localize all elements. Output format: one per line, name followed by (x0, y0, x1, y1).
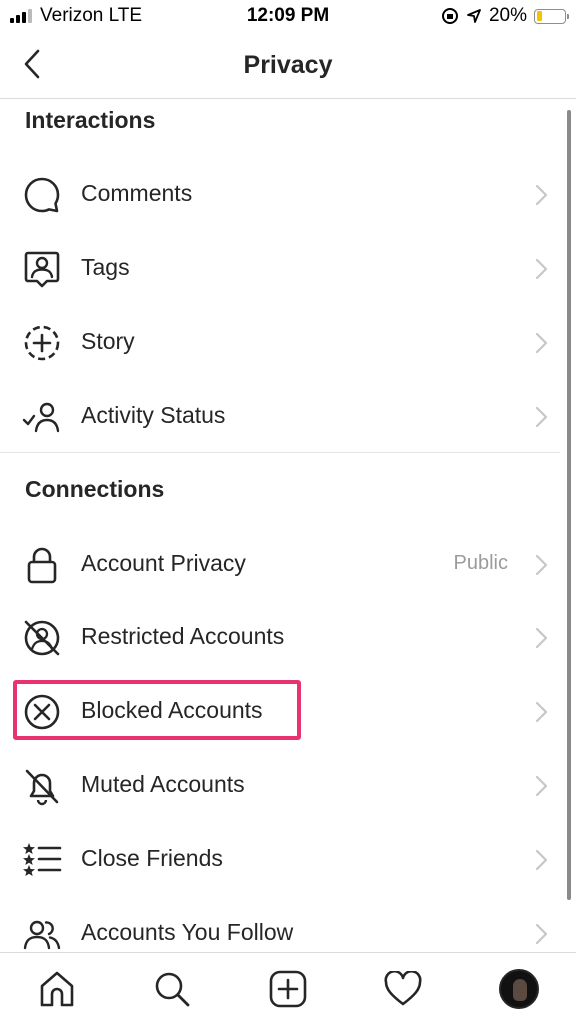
tab-search[interactable] (150, 967, 194, 1011)
row-label: Accounts You Follow (81, 919, 294, 945)
row-label: Tags (81, 254, 130, 280)
battery-icon (534, 8, 569, 24)
highlight-box (13, 680, 301, 740)
row-label: Muted Accounts (81, 771, 245, 797)
row-tags[interactable]: Tags (0, 231, 576, 305)
search-icon (155, 972, 190, 1007)
restricted-icon (22, 618, 62, 658)
lock-icon (22, 545, 62, 585)
tab-new-post[interactable] (266, 967, 310, 1011)
chevron-right-icon (535, 554, 548, 576)
row-activity-status[interactable]: Activity Status (0, 379, 576, 453)
row-label: Comments (81, 180, 193, 206)
tab-profile[interactable] (497, 967, 541, 1011)
orientation-lock-icon (441, 8, 458, 24)
tab-home[interactable] (35, 967, 79, 1011)
section-header-interactions: Interactions (25, 107, 156, 133)
chevron-right-icon (535, 849, 548, 871)
status-bar: Verizon LTE 12:09 PM 20% (0, 0, 576, 32)
row-label: Activity Status (81, 402, 226, 428)
chevron-right-icon (535, 775, 548, 797)
privacy-value: Public (453, 552, 508, 574)
story-add-icon (22, 323, 62, 363)
battery-level (536, 11, 542, 21)
chevron-right-icon (535, 332, 548, 354)
nav-bar: Privacy (0, 32, 576, 99)
row-label: Close Friends (81, 845, 223, 871)
tag-person-icon (22, 249, 62, 289)
row-comments[interactable]: Comments (0, 157, 576, 231)
tab-activity[interactable] (381, 967, 425, 1011)
new-post-icon (269, 970, 307, 1008)
row-label: Restricted Accounts (81, 623, 285, 649)
muted-bell-icon (22, 766, 62, 806)
row-accounts-you-follow[interactable]: Accounts You Follow (0, 896, 576, 952)
row-close-friends[interactable]: Close Friends (0, 822, 576, 896)
chevron-right-icon (535, 184, 548, 206)
row-muted-accounts[interactable]: Muted Accounts (0, 748, 576, 822)
close-friends-icon (22, 840, 62, 880)
accounts-follow-icon (22, 914, 62, 952)
chevron-right-icon (535, 258, 548, 280)
row-account-privacy[interactable]: Account Privacy Public (0, 527, 576, 601)
chevron-right-icon (535, 923, 548, 945)
row-label: Account Privacy (81, 550, 246, 576)
section-divider (0, 452, 560, 453)
chevron-right-icon (535, 627, 548, 649)
profile-avatar (499, 969, 539, 1009)
tab-bar (0, 952, 576, 1024)
status-right: 20% (441, 5, 569, 27)
home-icon (40, 971, 74, 1007)
activity-heart-icon (384, 971, 422, 1006)
location-icon (467, 9, 481, 23)
section-header-connections: Connections (25, 476, 165, 502)
settings-list[interactable]: Interactions Comments Tags Story Activit… (0, 100, 576, 952)
page-title: Privacy (243, 51, 333, 79)
chevron-right-icon (535, 701, 548, 723)
chevron-right-icon (535, 406, 548, 428)
battery-percent: 20% (488, 5, 527, 26)
activity-status-icon (22, 397, 62, 437)
row-label: Story (81, 328, 135, 354)
scrollbar[interactable] (567, 110, 571, 900)
row-restricted-accounts[interactable]: Restricted Accounts (0, 600, 576, 674)
row-story[interactable]: Story (0, 305, 576, 379)
comment-icon (22, 175, 62, 215)
